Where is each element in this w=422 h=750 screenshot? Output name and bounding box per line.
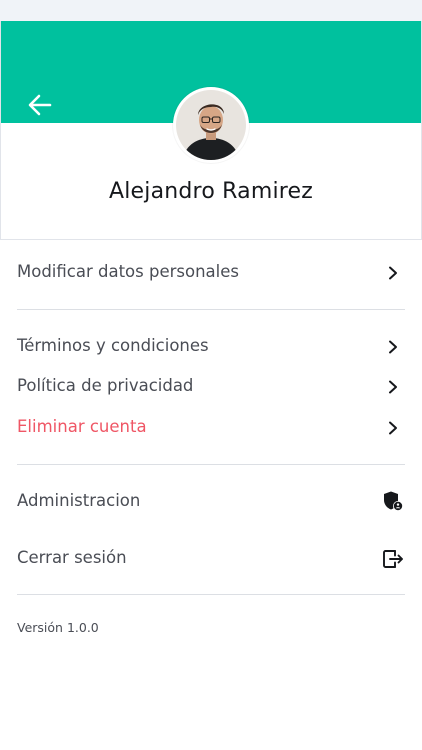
chevron-right-icon xyxy=(389,266,397,280)
back-button[interactable] xyxy=(25,91,55,119)
user-name: Alejandro Ramirez xyxy=(108,179,314,204)
menu-item-label: Cerrar sesión xyxy=(17,548,127,567)
menu-item-terms[interactable]: Términos y condiciones xyxy=(0,332,422,362)
menu-item-logout[interactable]: Cerrar sesión xyxy=(0,543,422,575)
chevron-right-icon xyxy=(389,380,397,394)
logout-icon xyxy=(383,550,403,568)
divider xyxy=(17,464,405,465)
app-version: Versión 1.0.0 xyxy=(17,620,99,635)
divider xyxy=(17,594,405,595)
avatar[interactable] xyxy=(173,87,249,163)
menu-item-label: Modificar datos personales xyxy=(17,262,239,281)
menu-item-label: Administracion xyxy=(17,491,141,510)
menu-item-admin[interactable]: Administracion xyxy=(0,486,422,518)
menu-item-label: Términos y condiciones xyxy=(17,336,209,355)
shield-user-icon xyxy=(384,491,403,511)
divider xyxy=(17,309,405,310)
menu-item-edit-profile[interactable]: Modificar datos personales xyxy=(0,258,422,288)
status-bar xyxy=(0,0,422,21)
menu-item-delete-account[interactable]: Eliminar cuenta xyxy=(0,413,422,443)
menu-item-privacy[interactable]: Política de privacidad xyxy=(0,372,422,402)
arrow-left-icon xyxy=(28,94,52,116)
chevron-right-icon xyxy=(389,340,397,354)
menu-item-label: Eliminar cuenta xyxy=(17,417,147,436)
chevron-right-icon xyxy=(389,421,397,435)
menu-item-label: Política de privacidad xyxy=(17,376,194,395)
profile-header: Alejandro Ramirez xyxy=(0,21,422,240)
